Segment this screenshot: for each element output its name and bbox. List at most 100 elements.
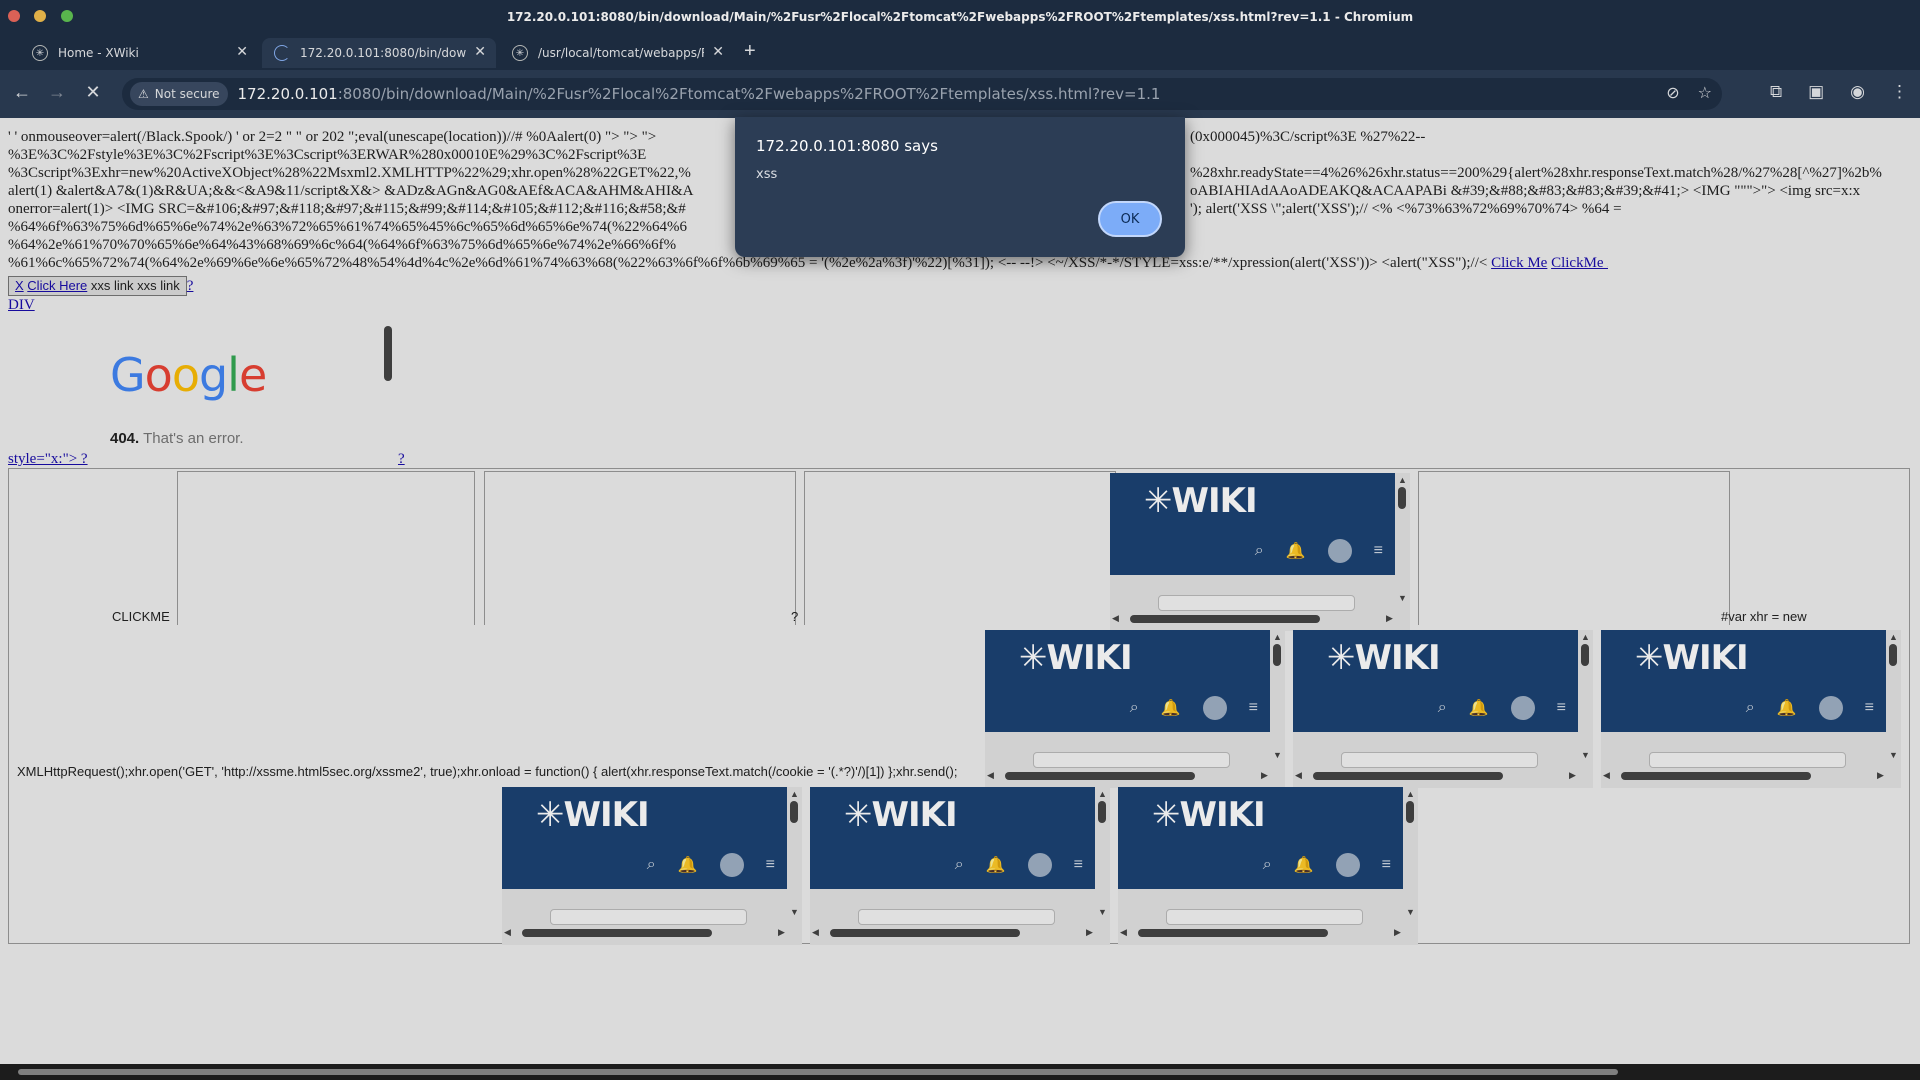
click-here-button[interactable]: X Click Here xxs link xxs link [8, 276, 187, 296]
close-tab-icon[interactable]: ✕ [712, 44, 724, 60]
search-icon[interactable]: ⌕ [1130, 699, 1139, 717]
new-tab-button[interactable]: + [744, 40, 756, 63]
scroll-right-icon[interactable]: ▶ [1261, 770, 1268, 781]
stop-loading-icon[interactable]: ✕ [81, 82, 105, 103]
scroll-up-icon[interactable]: ▲ [1581, 632, 1590, 642]
horizontal-scrollbar[interactable] [1130, 615, 1320, 623]
scroll-left-icon[interactable]: ◀ [987, 770, 994, 781]
xwiki-logo[interactable]: ✳WIKI [1635, 638, 1749, 678]
horizontal-scrollbar[interactable] [830, 929, 1020, 937]
xwiki-search-field[interactable] [1033, 752, 1230, 768]
bookmark-star-icon[interactable]: ☆ [1698, 83, 1712, 102]
user-avatar-icon[interactable] [1027, 853, 1052, 877]
user-avatar-icon[interactable] [1202, 696, 1227, 720]
scroll-down-icon[interactable]: ▼ [1581, 750, 1590, 760]
user-avatar-icon[interactable] [719, 853, 744, 877]
alert-ok-button[interactable]: OK [1098, 201, 1162, 237]
scroll-down-icon[interactable]: ▼ [1889, 750, 1898, 760]
tab-tomcat-path[interactable]: ✳ /usr/local/tomcat/webapps/ROO ✕ [500, 38, 734, 68]
page-horizontal-scrollbar[interactable] [0, 1064, 1920, 1080]
xwiki-logo[interactable]: ✳WIKI [1144, 481, 1258, 521]
scroll-down-icon[interactable]: ▼ [1406, 907, 1415, 917]
horizontal-scrollbar[interactable] [1621, 772, 1811, 780]
extensions-puzzle-icon[interactable]: ⧉ [1770, 82, 1782, 102]
hamburger-menu-icon[interactable]: ≡ [1382, 856, 1391, 874]
scroll-left-icon[interactable]: ◀ [1112, 613, 1119, 624]
x-link[interactable]: X [15, 278, 24, 293]
scroll-up-icon[interactable]: ▲ [1398, 475, 1407, 485]
click-me-link[interactable]: Click Me [1491, 255, 1547, 271]
hamburger-menu-icon[interactable]: ≡ [1249, 699, 1258, 717]
scroll-left-icon[interactable]: ◀ [1120, 927, 1127, 938]
scroll-up-icon[interactable]: ▲ [790, 789, 799, 799]
bell-icon[interactable]: 🔔 [1777, 698, 1797, 718]
vertical-scrollbar[interactable] [790, 801, 798, 823]
google-frame-scrollbar[interactable] [384, 326, 392, 381]
forward-arrow-icon[interactable]: → [45, 82, 69, 103]
style-question-link[interactable]: ? [398, 451, 405, 467]
search-icon[interactable]: ⌕ [1746, 699, 1755, 717]
security-chip[interactable]: ⚠ Not secure [130, 82, 228, 106]
user-avatar-icon[interactable] [1327, 539, 1352, 563]
xwiki-search-field[interactable] [1166, 909, 1363, 925]
vertical-scrollbar[interactable] [1098, 801, 1106, 823]
horizontal-scrollbar[interactable] [1138, 929, 1328, 937]
side-panel-icon[interactable]: ▣ [1808, 82, 1824, 102]
scroll-down-icon[interactable]: ▼ [1098, 907, 1107, 917]
bell-icon[interactable]: 🔔 [1469, 698, 1489, 718]
user-avatar-icon[interactable] [1335, 853, 1360, 877]
search-icon[interactable]: ⌕ [1263, 856, 1272, 874]
click-here-link[interactable]: Click Here [27, 278, 87, 293]
div-link[interactable]: DIV [8, 297, 35, 313]
xwiki-search-field[interactable] [1341, 752, 1538, 768]
user-avatar-icon[interactable] [1510, 696, 1535, 720]
search-icon[interactable]: ⌕ [955, 856, 964, 874]
xwiki-search-field[interactable] [1158, 595, 1355, 611]
user-avatar-icon[interactable] [1818, 696, 1843, 720]
url-text[interactable]: 172.20.0.101:8080/bin/download/Main/%2Fu… [238, 85, 1161, 103]
page-scrollbar-thumb[interactable] [18, 1069, 1618, 1075]
clickme-x-link[interactable]: ClickMe X [1551, 255, 1608, 271]
scroll-left-icon[interactable]: ◀ [1603, 770, 1610, 781]
scroll-down-icon[interactable]: ▼ [1398, 593, 1407, 603]
scroll-right-icon[interactable]: ▶ [778, 927, 785, 938]
scroll-down-icon[interactable]: ▼ [1273, 750, 1282, 760]
vertical-scrollbar[interactable] [1273, 644, 1281, 666]
xwiki-logo[interactable]: ✳WIKI [536, 795, 650, 835]
hamburger-menu-icon[interactable]: ≡ [1074, 856, 1083, 874]
scroll-down-icon[interactable]: ▼ [790, 907, 799, 917]
xwiki-logo[interactable]: ✳WIKI [1327, 638, 1441, 678]
scroll-up-icon[interactable]: ▲ [1098, 789, 1107, 799]
xwiki-logo[interactable]: ✳WIKI [1019, 638, 1133, 678]
hamburger-menu-icon[interactable]: ≡ [766, 856, 775, 874]
scroll-right-icon[interactable]: ▶ [1394, 927, 1401, 938]
vertical-scrollbar[interactable] [1406, 801, 1414, 823]
bell-icon[interactable]: 🔔 [678, 855, 698, 875]
scroll-left-icon[interactable]: ◀ [504, 927, 511, 938]
scroll-left-icon[interactable]: ◀ [1295, 770, 1302, 781]
scroll-right-icon[interactable]: ▶ [1877, 770, 1884, 781]
horizontal-scrollbar[interactable] [1313, 772, 1503, 780]
tab-home-xwiki[interactable]: ✳ Home - XWiki ✕ [20, 38, 258, 68]
vertical-scrollbar[interactable] [1398, 487, 1406, 509]
scroll-right-icon[interactable]: ▶ [1569, 770, 1576, 781]
back-arrow-icon[interactable]: ← [10, 82, 34, 103]
close-tab-icon[interactable]: ✕ [474, 44, 486, 60]
bell-icon[interactable]: 🔔 [1161, 698, 1181, 718]
xwiki-search-field[interactable] [1649, 752, 1846, 768]
horizontal-scrollbar[interactable] [522, 929, 712, 937]
scroll-up-icon[interactable]: ▲ [1406, 789, 1415, 799]
xwiki-search-field[interactable] [550, 909, 747, 925]
scroll-left-icon[interactable]: ◀ [812, 927, 819, 938]
xwiki-logo[interactable]: ✳WIKI [844, 795, 958, 835]
tab-xss-download[interactable]: 172.20.0.101:8080/bin/downloa ✕ [262, 38, 496, 68]
question-link[interactable]: ? [187, 278, 194, 294]
bell-icon[interactable]: 🔔 [1286, 541, 1306, 561]
bell-icon[interactable]: 🔔 [986, 855, 1006, 875]
style-link[interactable]: style="x:"> ? [8, 451, 88, 467]
xwiki-logo[interactable]: ✳WIKI [1152, 795, 1266, 835]
scroll-right-icon[interactable]: ▶ [1386, 613, 1393, 624]
scroll-up-icon[interactable]: ▲ [1889, 632, 1898, 642]
profile-avatar-icon[interactable]: ◉ [1850, 82, 1865, 102]
search-icon[interactable]: ⌕ [1438, 699, 1447, 717]
